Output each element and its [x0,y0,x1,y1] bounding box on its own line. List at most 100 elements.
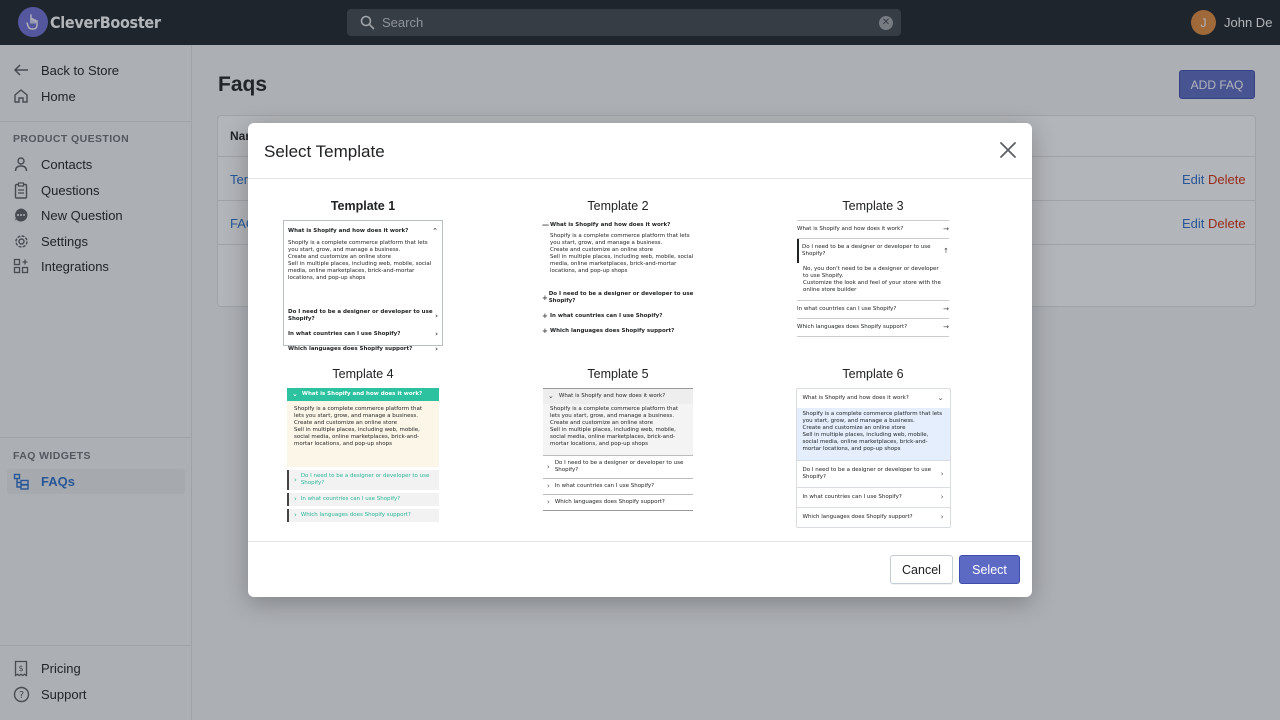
preview-answer-line: No, you don't need to be a designer or d… [803,266,939,279]
preview-question-text: Which languages does Shopify support? [802,514,913,520]
chevron-right-icon: › [547,498,550,506]
preview-question: What is Shopify and how does it work? ⌃ [288,224,438,239]
preview-question-text: What is Shopify and how does it work? [301,391,423,397]
template-preview: — What is Shopify and how does it work? S… [542,220,694,337]
preview-answer: Shopify is a complete commerce platform … [288,239,438,305]
preview-question-text: In what countries can I use Shopify? [802,494,902,500]
preview-question-text: Which languages does Shopify support? [550,328,675,334]
preview-question: › Which languages does Shopify support? [287,509,439,522]
preview-question-text: In what countries can I use Shopify? [550,313,663,319]
preview-question: What is Shopify and how does it work? ⌄ [797,389,950,408]
preview-question: In what countries can I use Shopify? › [288,327,438,342]
preview-question: Which languages does Shopify support? → [797,319,949,337]
preview-question: In what countries can I use Shopify? → [797,301,949,319]
select-button[interactable]: Select [959,555,1020,584]
preview-question-text: Which languages does Shopify support? [300,512,411,518]
template-title: Template 5 [587,367,649,381]
chevron-right-icon: › [940,493,944,501]
template-title: Template 4 [332,367,394,381]
chevron-down-icon: ⌄ [292,390,298,398]
preview-answer-line: Create and customize an online store [550,247,653,253]
preview-question: ⌄ What is Shopify and how does it work? [287,388,439,401]
preview-answer-line: Shopify is a complete commerce platform … [294,406,422,419]
preview-answer: No, you don't need to be a designer or d… [797,263,949,301]
template-option-2[interactable]: Template 2 — What is Shopify and how does… [518,199,718,337]
preview-question-text: What is Shopify and how does it work? [288,228,409,234]
template-title: Template 3 [842,199,904,213]
preview-question: In what countries can I use Shopify? › [796,487,950,507]
preview-answer-line: Create and customize an online store [294,420,397,426]
template-preview: ⌄ What is Shopify and how does it work? S… [543,388,693,511]
modal-title: Select Template [264,142,385,161]
preview-question-text: In what countries can I use Shopify? [300,496,401,502]
preview-question-text: Do I need to be a designer or developer … [802,244,931,257]
chevron-right-icon: › [940,469,944,478]
select-template-modal: Select Template Template 1 What is Shopi… [248,123,1032,597]
preview-question: + Which languages does Shopify support? [542,322,694,337]
template-preview: ⌄ What is Shopify and how does it work? S… [287,388,439,522]
preview-question: — What is Shopify and how does it work? [542,220,694,231]
template-preview: What is Shopify and how does it work? ⌃ S… [283,220,443,353]
preview-question: › In what countries can I use Shopify? [287,493,439,506]
preview-question-text: In what countries can I use Shopify? [797,306,897,312]
preview-answer-line: Sell in multiple places, including web, … [288,261,432,281]
chevron-right-icon: › [435,311,438,320]
arrow-right-icon: → [943,323,949,331]
preview-question: Which languages does Shopify support? › [288,342,438,357]
chevron-up-icon: ⌃ [432,227,438,235]
chevron-right-icon: › [435,330,438,338]
preview-question: Which languages does Shopify support? › [796,507,950,527]
arrow-right-icon: → [943,225,949,233]
preview-answer-line: Create and customize an online store [802,425,906,431]
chevron-right-icon: › [940,513,944,521]
preview-answer-line: Create and customize an online store [288,254,391,260]
preview-question-text: In what countries can I use Shopify? [554,483,655,489]
preview-question: Do I need to be a designer or developer … [796,460,950,487]
plus-icon: + [542,312,548,320]
preview-question-text: Which languages does Shopify support? [288,346,413,352]
preview-question-text: Do I need to be a designer or developer … [802,467,932,480]
preview-answer: Shopify is a complete commerce platform … [543,404,693,455]
preview-answer-line: Shopify is a complete commerce platform … [550,233,690,246]
preview-question: + In what countries can I use Shopify? [542,307,694,322]
preview-answer-line: Sell in multiple places, including web, … [802,432,929,452]
template-option-4[interactable]: Template 4 ⌄ What is Shopify and how does… [263,367,463,522]
preview-answer-line: Sell in multiple places, including web, … [550,427,676,447]
preview-question: ⌄ What is Shopify and how does it work? [543,388,693,404]
preview-question-text: Do I need to be a designer or developer … [300,473,430,486]
template-option-5[interactable]: Template 5 ⌄ What is Shopify and how does… [518,367,718,511]
preview-question-text: Do I need to be a designer or developer … [288,309,433,322]
minus-icon: — [542,221,549,229]
arrow-right-icon: → [943,305,949,313]
preview-question-text: Do I need to be a designer or developer … [548,291,694,304]
plus-icon: + [542,327,548,335]
template-option-3[interactable]: Template 3 What is Shopify and how does … [773,199,973,337]
preview-question: › In what countries can I use Shopify? [543,478,693,494]
chevron-right-icon: › [435,345,438,353]
template-title: Template 2 [587,199,649,213]
close-icon[interactable] [998,140,1018,160]
chevron-down-icon: ⌄ [937,394,944,402]
preview-question-text: In what countries can I use Shopify? [288,331,401,337]
preview-question: What is Shopify and how does it work? → [797,221,949,239]
arrow-up-icon: ↑ [943,246,949,255]
template-option-1[interactable]: Template 1 What is Shopify and how does … [263,199,463,353]
chevron-right-icon: › [294,511,297,519]
chevron-right-icon: › [294,475,297,484]
cancel-button[interactable]: Cancel [890,555,953,584]
preview-question: › Which languages does Shopify support? [543,494,693,511]
preview-question: › Do I need to be a designer or developer… [543,455,693,478]
preview-answer: Shopify is a complete commerce platform … [287,401,439,467]
preview-question-text: Do I need to be a designer or developer … [554,460,684,473]
chevron-right-icon: › [294,495,297,503]
preview-answer-line: Customize the look and feel of your stor… [803,280,941,293]
preview-question: + Do I need to be a designer or developer… [542,281,694,307]
preview-question: Do I need to be a designer or developer … [797,239,949,263]
preview-question: Do I need to be a designer or developer … [288,305,438,327]
preview-answer-line: Shopify is a complete commerce platform … [288,240,428,253]
chevron-right-icon: › [547,462,550,471]
preview-question-text: Which languages does Shopify support? [554,499,665,505]
preview-answer: Shopify is a complete commerce platform … [542,231,694,281]
template-option-6[interactable]: Template 6 What is Shopify and how does … [773,367,973,528]
preview-question-text: What is Shopify and how does it work? [802,395,909,401]
